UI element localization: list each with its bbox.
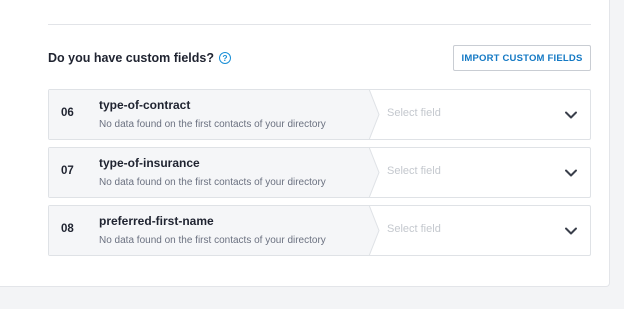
field-source-panel [49, 148, 370, 197]
select-field-dropdown[interactable]: Select field [387, 165, 441, 177]
select-field-dropdown[interactable]: Select field [387, 223, 441, 235]
field-mapping-row: 06 type-of-contract No data found on the… [48, 89, 591, 140]
chevron-down-icon[interactable] [564, 108, 578, 122]
custom-fields-card: Do you have custom fields? ? IMPORT CUST… [0, 0, 610, 287]
row-number: 07 [61, 165, 74, 177]
field-description: No data found on the first contacts of y… [99, 119, 326, 130]
arrow-divider [369, 89, 380, 140]
arrow-divider [369, 147, 380, 198]
divider [48, 24, 591, 25]
import-custom-fields-button[interactable]: IMPORT CUSTOM FIELDS [453, 45, 591, 71]
arrow-divider [369, 205, 380, 256]
field-name: type-of-contract [99, 98, 191, 112]
question-circle-icon[interactable]: ? [219, 52, 232, 64]
field-name: preferred-first-name [99, 214, 214, 228]
field-description: No data found on the first contacts of y… [99, 235, 326, 246]
field-mapping-row: 08 preferred-first-name No data found on… [48, 205, 591, 256]
row-number: 06 [61, 107, 74, 119]
custom-fields-heading: Do you have custom fields? ? [48, 51, 232, 65]
field-name: type-of-insurance [99, 156, 200, 170]
field-mapping-row: 07 type-of-insurance No data found on th… [48, 147, 591, 198]
row-number: 08 [61, 223, 74, 235]
field-source-panel [49, 90, 370, 139]
chevron-down-icon[interactable] [564, 224, 578, 238]
chevron-down-icon[interactable] [564, 166, 578, 180]
field-description: No data found on the first contacts of y… [99, 177, 326, 188]
section-title: Do you have custom fields? [48, 51, 215, 65]
select-field-dropdown[interactable]: Select field [387, 107, 441, 119]
